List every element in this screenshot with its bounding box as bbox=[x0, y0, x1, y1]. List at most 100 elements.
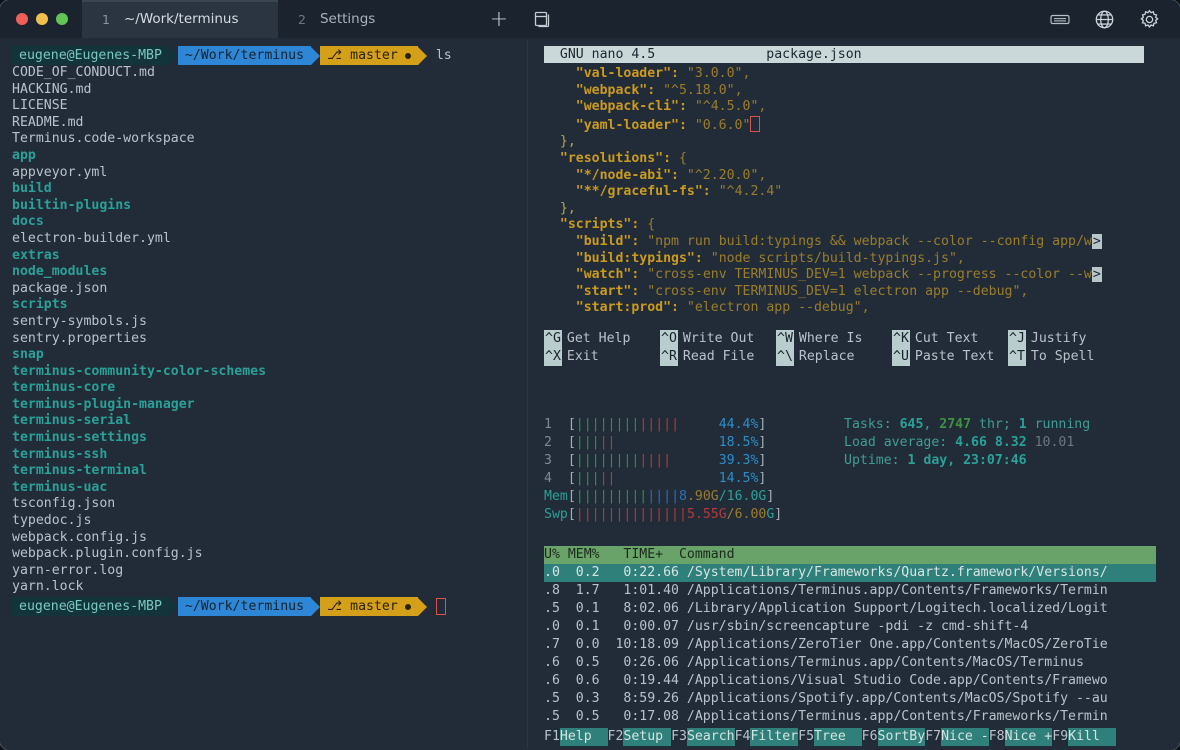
table-row[interactable]: .6 0.6 0:19.44 /Applications/Visual Stud… bbox=[544, 672, 1180, 690]
nano-shortcut[interactable]: ^XExit bbox=[544, 348, 660, 366]
ls-directory: build bbox=[12, 181, 527, 198]
globe-icon[interactable] bbox=[1094, 9, 1115, 30]
tab-settings[interactable]: 2 Settings bbox=[278, 0, 474, 38]
table-row[interactable]: .7 0.0 10:18.09 /Applications/ZeroTier O… bbox=[544, 636, 1180, 654]
nano-text-area[interactable]: "val-loader": "3.0.0", "webpack": "^5.18… bbox=[544, 66, 1180, 317]
cpu-id: 3 bbox=[544, 453, 568, 468]
fkey-label[interactable]: Kill bbox=[1068, 728, 1116, 746]
shortcut-key: ^G bbox=[544, 330, 562, 348]
fkey-label[interactable]: Nice - bbox=[941, 728, 989, 746]
pane-shell-right[interactable]: GNU nano 4.5 package.json "val-loader": … bbox=[528, 38, 1180, 750]
meter-percent: 14.5% bbox=[719, 471, 759, 486]
ls-directory: terminus-plugin-manager bbox=[12, 397, 527, 414]
tab-terminus[interactable]: 1 ~/Work/terminus bbox=[82, 0, 278, 38]
meter-bracket: [ bbox=[568, 471, 576, 486]
cpu-meter: 1 [||||||||||||| 44.4%] bbox=[544, 416, 834, 434]
table-row[interactable]: .6 0.5 0:26.06 /Applications/Terminus.ap… bbox=[544, 654, 1180, 672]
nano-shortcut[interactable]: ^KCut Text bbox=[892, 330, 1008, 348]
ls-file: appveyor.yml bbox=[12, 165, 527, 182]
ls-directory: terminus-terminal bbox=[12, 463, 527, 480]
thread-label: thr; bbox=[971, 417, 1019, 432]
meter-bar-high: || bbox=[600, 435, 616, 450]
terminal-body: eugene@Eugenes-MBP~/Work/terminus⎇ maste… bbox=[0, 38, 1180, 750]
table-row[interactable]: .5 0.5 0:17.08 /Applications/Terminus.ap… bbox=[544, 708, 1180, 726]
cpu-id: 1 bbox=[544, 417, 568, 432]
new-tab-button[interactable]: + bbox=[474, 0, 524, 38]
ls-file: yarn.lock bbox=[12, 579, 527, 596]
ls-directory: terminus-ssh bbox=[12, 447, 527, 464]
window-controls bbox=[0, 0, 82, 38]
json-key: "build": bbox=[576, 234, 640, 249]
ls-file: webpack.plugin.config.js bbox=[12, 546, 527, 563]
nano-shortcut[interactable]: ^GGet Help bbox=[544, 330, 660, 348]
fkey-label[interactable]: Setup bbox=[623, 728, 671, 746]
json-key: "resolutions": bbox=[560, 151, 671, 166]
tab-index: 2 bbox=[298, 12, 306, 27]
shortcut-key: ^J bbox=[1008, 330, 1026, 348]
fkey-label[interactable]: Search bbox=[687, 728, 735, 746]
fkey-number: F3 bbox=[671, 728, 687, 746]
fkey-label[interactable]: Help bbox=[560, 728, 608, 746]
cpu-meter: 3 [|||||||||||| 39.3%] bbox=[544, 452, 834, 470]
thread-count: 2747 bbox=[939, 417, 971, 432]
prompt-path: ~/Work/terminus bbox=[178, 597, 311, 616]
minimize-window-button[interactable] bbox=[36, 13, 48, 25]
running-count: 1 bbox=[1019, 417, 1027, 432]
load-1min: 4.66 bbox=[955, 435, 987, 450]
ls-file: README.md bbox=[12, 115, 527, 132]
nano-shortcut[interactable]: ^\Replace bbox=[776, 348, 892, 366]
cpu-meter: 2 [||||| 18.5%] bbox=[544, 434, 834, 452]
meter-bracket: [ bbox=[568, 453, 576, 468]
mem-text: .90G bbox=[687, 489, 719, 504]
nano-shortcut[interactable]: ^TTo Spell bbox=[1008, 348, 1124, 366]
nano-editor[interactable]: GNU nano 4.5 package.json "val-loader": … bbox=[544, 46, 1180, 366]
maximize-window-button[interactable] bbox=[56, 13, 68, 25]
json-value: "node scripts/build-typings.js", bbox=[703, 251, 965, 266]
nano-shortcut[interactable]: ^JJustify bbox=[1008, 330, 1124, 348]
prompt-arrow-2 bbox=[311, 598, 320, 616]
fkey-number: F5 bbox=[798, 728, 814, 746]
nano-shortcut[interactable]: ^OWrite Out bbox=[660, 330, 776, 348]
meter-percent: 39.3% bbox=[719, 453, 759, 468]
nano-line: "start:prod": "electron app --debug", bbox=[544, 300, 1180, 317]
mem-text: 8 bbox=[679, 489, 687, 504]
cpu-id: 2 bbox=[544, 435, 568, 450]
json-key: "val-loader": bbox=[576, 66, 679, 81]
gear-icon[interactable] bbox=[1139, 9, 1160, 30]
json-value: { bbox=[639, 217, 655, 232]
swap-text: 5.55G bbox=[687, 507, 727, 522]
pane-shell-left[interactable]: eugene@Eugenes-MBP~/Work/terminus⎇ maste… bbox=[0, 38, 527, 750]
meter-label: Swp bbox=[544, 507, 568, 522]
close-window-button[interactable] bbox=[16, 13, 28, 25]
meter-bracket: ] bbox=[774, 507, 782, 522]
load-5min: 8.32 bbox=[995, 435, 1027, 450]
cpu-id: 4 bbox=[544, 471, 568, 486]
prompt-line-top: eugene@Eugenes-MBP~/Work/terminus⎇ maste… bbox=[12, 46, 527, 65]
keyboard-icon[interactable] bbox=[1050, 12, 1070, 26]
fkey-label[interactable]: Nice + bbox=[1005, 728, 1053, 746]
htop-process-table[interactable]: U% MEM% TIME+ Command .0 0.2 0:22.66 /Sy… bbox=[544, 546, 1180, 726]
fkey-label[interactable]: SortBy bbox=[878, 728, 926, 746]
prompt-path: ~/Work/terminus bbox=[178, 46, 311, 65]
table-row[interactable]: .0 0.2 0:22.66 /System/Library/Framework… bbox=[544, 564, 1156, 582]
nano-punctuation: }, bbox=[560, 134, 576, 149]
nano-shortcut[interactable]: ^UPaste Text bbox=[892, 348, 1008, 366]
table-row[interactable]: .0 0.1 0:00.07 /usr/sbin/screencapture -… bbox=[544, 618, 1180, 636]
line-overflow-marker: > bbox=[1092, 234, 1102, 249]
split-pane-icon[interactable] bbox=[524, 0, 560, 38]
table-row[interactable]: .5 0.1 8:02.06 /Library/Application Supp… bbox=[544, 600, 1180, 618]
nano-shortcut[interactable]: ^RRead File bbox=[660, 348, 776, 366]
nano-line: "webpack": "^5.18.0", bbox=[544, 83, 1180, 100]
table-row[interactable]: .8 1.7 1:01.40 /Applications/Terminus.ap… bbox=[544, 582, 1180, 600]
fkey-label[interactable]: Filter bbox=[750, 728, 798, 746]
json-value: "npm run build:typings && webpack --colo… bbox=[639, 234, 1092, 249]
shortcut-label: Write Out bbox=[678, 330, 754, 348]
ls-directory: terminus-core bbox=[12, 380, 527, 397]
meter-bar-used: ||||||||| bbox=[576, 489, 647, 504]
table-row[interactable]: .5 0.3 8:59.26 /Applications/Spotify.app… bbox=[544, 690, 1180, 708]
fkey-label[interactable]: Tree bbox=[814, 728, 862, 746]
nano-shortcut[interactable]: ^WWhere Is bbox=[776, 330, 892, 348]
nano-punctuation: }, bbox=[560, 201, 576, 216]
shortcut-label: Get Help bbox=[562, 330, 631, 348]
htop-panel[interactable]: 1 [||||||||||||| 44.4%]2 [||||| 18.5%]3 … bbox=[544, 416, 1180, 746]
